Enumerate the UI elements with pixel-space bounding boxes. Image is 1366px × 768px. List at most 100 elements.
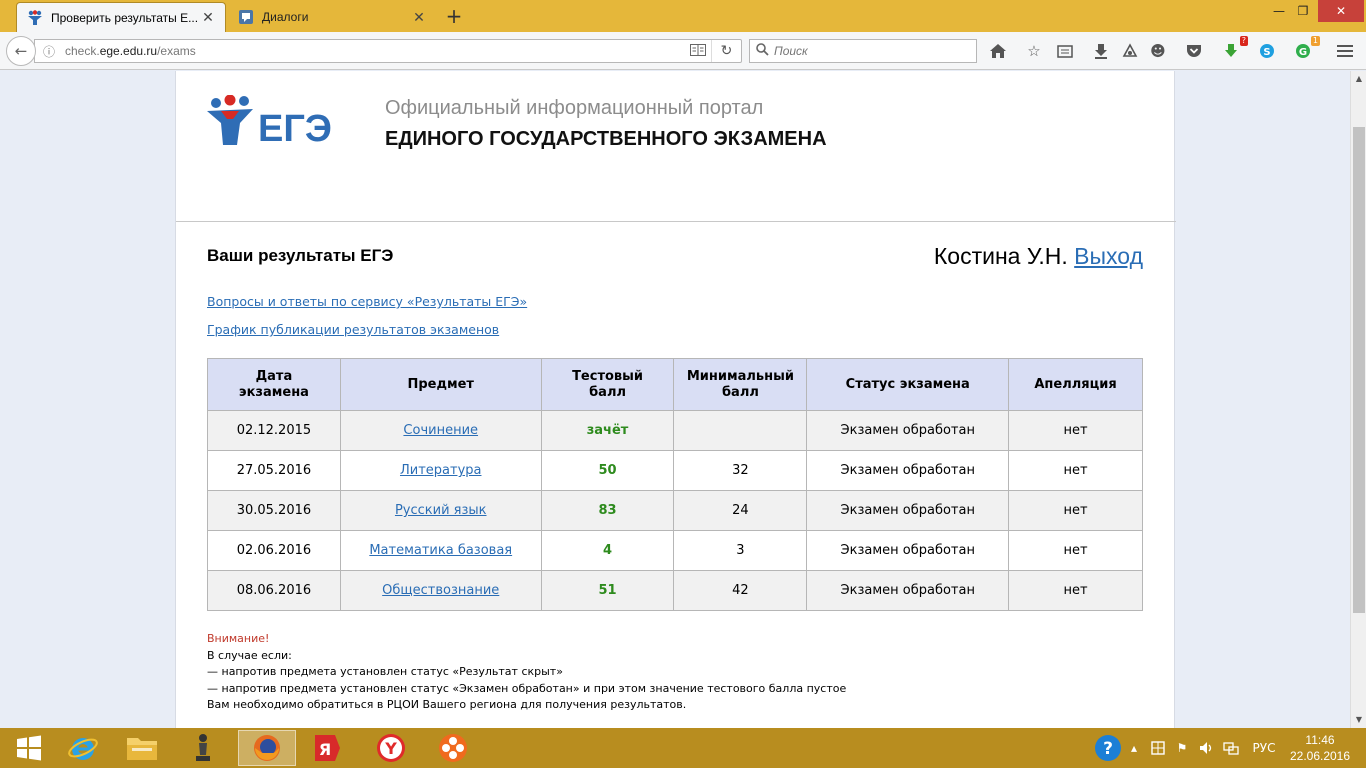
scroll-up-icon[interactable]: ▲ [1351,71,1366,87]
pocket-icon[interactable] [1183,40,1205,62]
ege-logo[interactable]: ЕГЭ [206,94,346,151]
cell-min-score: 42 [673,570,808,611]
tab-check-results[interactable]: Проверить результаты Е... ✕ [16,2,226,32]
cell-appeal: нет [1008,410,1143,451]
cell-score: 50 [540,450,675,491]
notice-line: — напротив предмета установлен статус «Р… [207,665,563,678]
cell-status: Экзамен обработан [806,570,1010,611]
yandex-app-icon[interactable]: Y [362,730,420,766]
table-row: 02.06.2016 Математика базовая 4 3 Экзаме… [207,530,1143,571]
subject-link[interactable]: Обществознание [382,583,499,598]
cell-min-score: 32 [673,450,808,491]
notice-block: Внимание! В случае если: — напротив пред… [207,631,846,714]
tab-dialogs[interactable]: Диалоги ✕ [228,2,436,32]
cell-appeal: нет [1008,570,1143,611]
sync-icon[interactable] [1119,40,1141,62]
cell-subject: Обществознание [339,570,542,611]
faq-link[interactable]: Вопросы и ответы по сервису «Результаты … [207,294,527,309]
firefox-taskbar-icon[interactable] [238,730,296,766]
emoji-icon[interactable]: ☻ [1147,40,1169,62]
cell-date: 08.06.2016 [207,570,341,611]
page-scrollbar[interactable]: ▲ ▼ [1350,71,1366,728]
action-center-flag-icon[interactable]: ⚑ [1172,728,1192,768]
tray-windows-icon[interactable] [1148,728,1168,768]
file-explorer-icon[interactable] [113,730,171,766]
yandex-browser-icon[interactable]: Я [298,730,356,766]
bookmarks-list-icon[interactable] [1054,40,1076,62]
page-title: Ваши результаты ЕГЭ [207,246,394,265]
notice-line: — напротив предмета установлен статус «Э… [207,681,847,695]
windows-taskbar: Я Y ? ▴ ⚑ РУС 11:46 22.06.2016 [0,728,1366,768]
network-icon[interactable] [1220,728,1242,768]
cell-appeal: нет [1008,450,1143,491]
site-info-icon[interactable]: ⓘ [39,40,59,62]
portal-title: ЕДИНОГО ГОСУДАРСТВЕННОГО ЭКЗАМЕНА [385,128,827,150]
col-header-subject: Предмет [339,358,542,411]
maximize-button[interactable]: ❐ [1292,0,1314,22]
cell-score: 83 [540,490,675,531]
back-button[interactable]: ← [6,36,36,66]
close-window-button[interactable]: ✕ [1318,0,1364,22]
table-row: 30.05.2016 Русский язык 83 24 Экзамен об… [207,490,1143,531]
browser-nav-bar: ⓘ check.ege.edu.ru/exams ↻ ← ☆ ☻ ? S G 1 [0,32,1366,70]
cell-min-score: 24 [673,490,808,531]
chess-app-icon[interactable] [174,730,232,766]
menu-hamburger-icon[interactable] [1334,40,1356,62]
downloads-icon[interactable] [1090,40,1112,62]
media-player-icon[interactable] [424,730,482,766]
tab-label: Проверить результаты Е... [51,10,199,25]
extension-g-icon[interactable]: G 1 [1292,36,1320,62]
download-extension-icon[interactable]: ? [1220,36,1248,62]
clock-date: 22.06.2016 [1289,749,1351,763]
cell-status: Экзамен обработан [806,410,1010,451]
ege-favicon-icon [27,9,43,26]
search-input[interactable] [774,44,954,58]
site-header: ЕГЭ Официальный информационный портал ЕД… [176,71,1176,222]
tray-expand-icon[interactable]: ▴ [1126,728,1142,768]
home-icon[interactable] [987,40,1009,62]
cell-date: 02.06.2016 [207,530,341,571]
volume-icon[interactable] [1196,728,1218,768]
vk-favicon-icon [238,9,254,25]
extension-badge: 1 [1310,36,1320,46]
svg-text:?: ? [1103,739,1113,759]
cell-min-score: 3 [673,530,808,571]
minimize-button[interactable]: — [1268,0,1290,22]
tab-close-icon[interactable]: ✕ [201,9,215,26]
subject-link[interactable]: Русский язык [395,503,487,518]
subject-link[interactable]: Сочинение [403,423,478,438]
reload-icon[interactable]: ↻ [711,40,741,62]
system-clock[interactable]: 11:46 22.06.2016 [1280,732,1360,764]
internet-explorer-icon[interactable] [54,730,112,766]
cell-score: 4 [540,530,675,571]
schedule-link[interactable]: График публикации результатов экзаменов [207,322,499,337]
subject-link[interactable]: Математика базовая [369,543,512,558]
svg-text:S: S [1263,47,1270,58]
search-bar[interactable] [749,39,977,63]
cell-min-score [673,410,808,451]
svg-text:Y: Y [384,739,397,758]
url-text[interactable]: check.ege.edu.ru/exams [59,44,685,58]
col-header-date: Дата экзамена [207,358,341,411]
subject-link[interactable]: Литература [400,463,482,478]
reader-view-icon[interactable] [685,43,711,59]
start-button[interactable] [0,730,58,766]
table-row: 02.12.2015 Сочинение зачёт Экзамен обраб… [207,410,1143,451]
language-indicator[interactable]: РУС [1246,728,1282,768]
scrollbar-thumb[interactable] [1353,127,1365,613]
table-row: 08.06.2016 Обществознание 51 42 Экзамен … [207,570,1143,611]
skype-icon[interactable]: S [1256,40,1278,62]
svg-text:Я: Я [319,740,331,759]
cell-date: 27.05.2016 [207,450,341,491]
new-tab-button[interactable]: + [443,4,465,28]
bookmark-star-icon[interactable]: ☆ [1023,40,1045,62]
logout-link[interactable]: Выход [1074,243,1143,269]
cell-status: Экзамен обработан [806,490,1010,531]
help-icon[interactable]: ? [1092,728,1124,768]
cell-score: зачёт [540,410,675,451]
cell-status: Экзамен обработан [806,450,1010,491]
notice-warning: Внимание! [207,632,270,645]
url-bar[interactable]: ⓘ check.ege.edu.ru/exams ↻ [34,39,742,63]
scroll-down-icon[interactable]: ▼ [1351,712,1366,728]
tab-close-icon[interactable]: ✕ [412,9,426,26]
